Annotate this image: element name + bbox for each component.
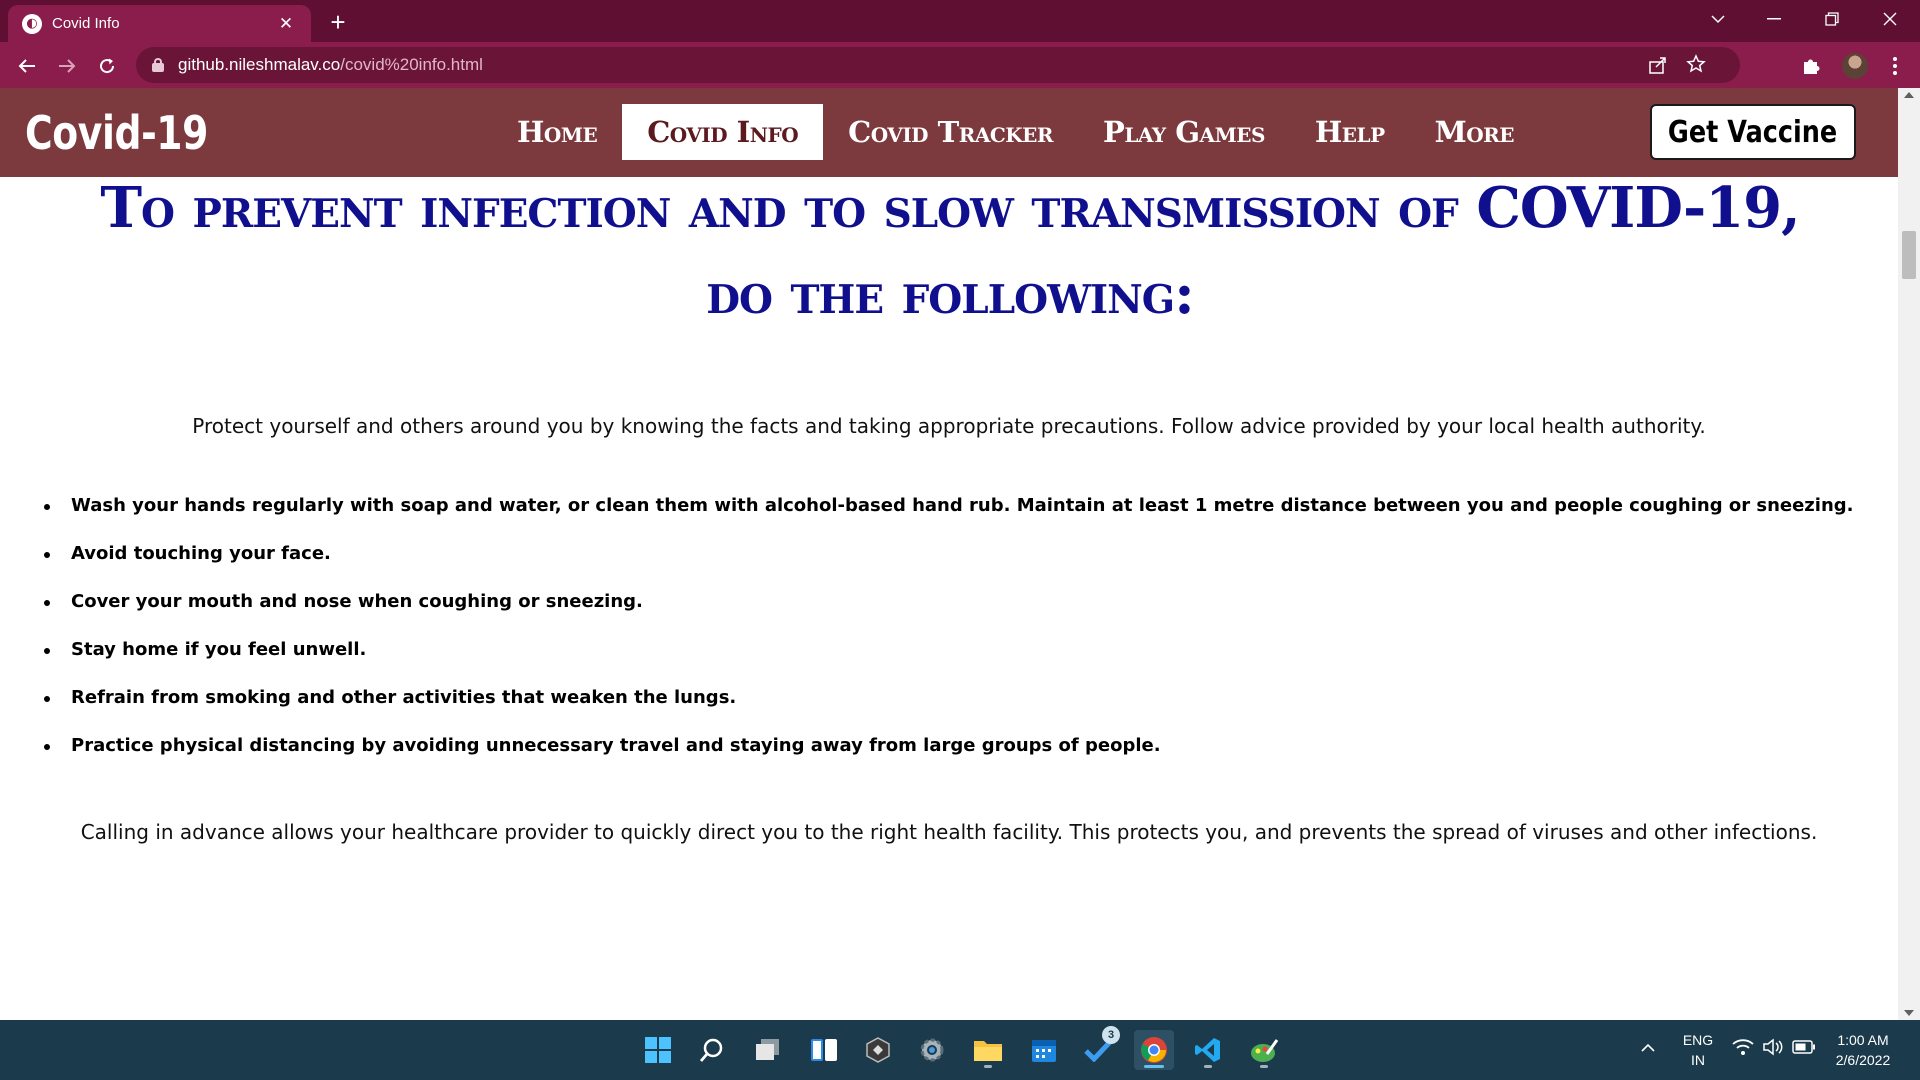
clock[interactable]: 1:00 AM 2/6/2022 xyxy=(1826,1030,1900,1070)
url-host: github.nileshmalav.co xyxy=(178,55,341,74)
url-path: /covid%20info.html xyxy=(340,55,483,74)
get-vaccine-button[interactable]: Get Vaccine xyxy=(1650,104,1856,160)
extensions-puzzle-icon[interactable] xyxy=(1794,49,1828,83)
scroll-up-arrow-icon[interactable] xyxy=(1904,92,1914,98)
todo-check-icon[interactable]: 3 xyxy=(1078,1026,1120,1070)
scroll-down-arrow-icon[interactable] xyxy=(1904,1010,1914,1016)
list-item: Cover your mouth and nose when coughing … xyxy=(42,591,1854,639)
list-item: Stay home if you feel unwell. xyxy=(42,639,1854,687)
start-windows-icon[interactable] xyxy=(638,1030,678,1070)
clock-date: 2/6/2022 xyxy=(1835,1052,1891,1068)
chrome-browser-icon[interactable] xyxy=(1134,1030,1174,1070)
site-navbar: Covid-19 Home Covid Info Covid Tracker P… xyxy=(0,88,1898,177)
lock-icon xyxy=(152,58,164,72)
address-bar[interactable]: github.nileshmalav.co/covid%20info.html xyxy=(136,47,1740,83)
browser-toolbar: github.nileshmalav.co/covid%20info.html xyxy=(0,42,1920,88)
region-label: IN xyxy=(1691,1052,1705,1068)
task-view-icon[interactable] xyxy=(748,1030,788,1070)
search-icon[interactable] xyxy=(692,1030,732,1070)
minimize-icon[interactable] xyxy=(1746,0,1802,38)
restore-icon[interactable] xyxy=(1804,0,1860,38)
nav-link-home[interactable]: Home xyxy=(492,104,622,160)
vscode-icon[interactable] xyxy=(1188,1030,1228,1070)
nav-link-covid-info[interactable]: Covid Info xyxy=(622,104,824,160)
language-label: ENG xyxy=(1682,1032,1714,1048)
page-heading: To prevent infection and to slow transmi… xyxy=(100,177,1800,327)
nav-link-play-games[interactable]: Play Games xyxy=(1078,104,1290,160)
running-indicator xyxy=(1260,1065,1268,1068)
settings-gear-icon[interactable] xyxy=(912,1030,952,1070)
file-explorer-folder-icon[interactable] xyxy=(968,1030,1008,1070)
share-icon[interactable] xyxy=(1648,55,1668,79)
scrollbar-thumb[interactable] xyxy=(1902,231,1916,279)
app-hexagon-icon[interactable] xyxy=(858,1030,898,1070)
list-item: Refrain from smoking and other activitie… xyxy=(42,687,1854,735)
list-item: Practice physical distancing by avoiding… xyxy=(42,735,1854,783)
site-brand[interactable]: Covid-19 xyxy=(25,106,208,160)
tab-title: Covid Info xyxy=(52,15,120,32)
forward-arrow-icon[interactable] xyxy=(50,49,84,83)
volume-icon[interactable] xyxy=(1762,1038,1784,1061)
prevention-tips-list: Wash your hands regularly with soap and … xyxy=(42,495,1854,783)
new-tab-button[interactable]: + xyxy=(322,6,354,38)
input-language-indicator[interactable]: ENG IN xyxy=(1680,1030,1716,1070)
bookmark-star-icon[interactable] xyxy=(1686,54,1706,78)
paint-app-icon[interactable] xyxy=(1244,1030,1284,1070)
tab-search-chevron-icon[interactable] xyxy=(1690,0,1746,38)
close-tab-icon[interactable]: ✕ xyxy=(275,13,297,35)
wifi-icon[interactable] xyxy=(1732,1038,1754,1061)
battery-icon[interactable] xyxy=(1792,1039,1816,1059)
back-arrow-icon[interactable] xyxy=(10,49,44,83)
running-indicator xyxy=(1204,1065,1212,1068)
page-content: To prevent infection and to slow transmi… xyxy=(0,177,1898,1020)
reload-icon[interactable] xyxy=(90,49,124,83)
get-vaccine-label: Get Vaccine xyxy=(1668,114,1838,150)
list-item: Avoid touching your face. xyxy=(42,543,1854,591)
nav-link-help[interactable]: Help xyxy=(1290,104,1410,160)
widgets-icon[interactable] xyxy=(804,1030,844,1070)
show-hidden-icons-chevron[interactable] xyxy=(1640,1038,1656,1058)
advance-call-paragraph: Calling in advance allows your healthcar… xyxy=(80,820,1818,844)
page-scrollbar[interactable] xyxy=(1898,88,1920,1020)
notification-badge: 3 xyxy=(1102,1026,1120,1044)
browser-tab[interactable]: ◐ Covid Info ✕ xyxy=(8,5,311,42)
browser-tab-strip: ◐ Covid Info ✕ + xyxy=(0,0,1920,42)
site-favicon-icon: ◐ xyxy=(22,13,42,34)
list-item: Wash your hands regularly with soap and … xyxy=(42,495,1854,543)
profile-avatar[interactable] xyxy=(1842,53,1868,79)
more-menu-icon[interactable] xyxy=(1878,49,1912,83)
calendar-app-icon[interactable] xyxy=(1024,1030,1064,1070)
nav-link-covid-tracker[interactable]: Covid Tracker xyxy=(823,104,1078,160)
close-window-icon[interactable] xyxy=(1862,0,1918,38)
clock-time: 1:00 AM xyxy=(1837,1032,1889,1048)
windows-taskbar: 3 ENG IN 1:00 AM 2/6/2022 xyxy=(0,1020,1920,1080)
nav-links: Home Covid Info Covid Tracker Play Games… xyxy=(492,104,1539,160)
intro-paragraph: Protect yourself and others around you b… xyxy=(192,414,1706,438)
nav-link-more[interactable]: More xyxy=(1410,104,1539,160)
running-indicator xyxy=(984,1065,992,1068)
active-indicator xyxy=(1144,1065,1164,1068)
